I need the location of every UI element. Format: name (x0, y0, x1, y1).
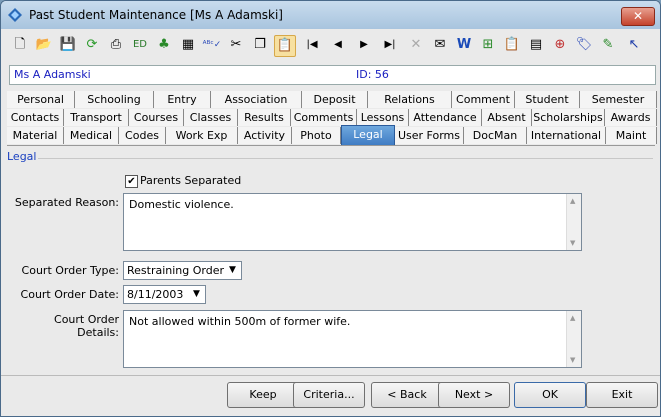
chevron-down-icon[interactable]: ▼ (189, 287, 204, 301)
new-icon[interactable]: 🗋 (10, 35, 30, 55)
title-bar: Past Student Maintenance [Ms A Adamski] … (1, 1, 660, 29)
court-order-date-value: 8/11/2003 (127, 288, 184, 301)
separated-reason-value: Domestic violence. (129, 198, 234, 211)
add-record-icon[interactable]: ⊕ (550, 35, 570, 55)
tab-transport[interactable]: Transport (64, 109, 129, 126)
court-order-type-select[interactable]: Restraining Order ▼ (123, 261, 242, 280)
student-id: ID: 56 (356, 68, 389, 81)
separated-reason-label: Separated Reason: (14, 196, 119, 209)
tab-awards[interactable]: Awards (605, 109, 657, 126)
court-order-details-value: Not allowed within 500m of former wife. (129, 315, 351, 328)
tab-comment[interactable]: Comment (452, 91, 515, 108)
first-record-icon[interactable]: |◀ (302, 35, 322, 55)
tab-association[interactable]: Association (211, 91, 302, 108)
tab-comments[interactable]: Comments (291, 109, 357, 126)
print-icon[interactable]: ⎙ (106, 35, 126, 55)
id-card-icon[interactable]: ▤ (526, 35, 546, 55)
clipboard-icon[interactable]: 📋 (502, 35, 522, 55)
legal-group-label: Legal (7, 150, 39, 163)
tab-row-3: Material Medical Codes Work Exp Activity… (7, 125, 657, 146)
email-icon[interactable]: ✉ (430, 35, 450, 55)
tab-user-forms[interactable]: User Forms (395, 127, 464, 144)
save-icon[interactable]: 💾 (58, 35, 78, 55)
tab-row-2: Contacts Transport Courses Classes Resul… (7, 109, 657, 127)
chevron-down-icon[interactable]: ▼ (225, 263, 240, 277)
tab-courses[interactable]: Courses (129, 109, 184, 126)
tab-deposit[interactable]: Deposit (302, 91, 368, 108)
tab-lessons[interactable]: Lessons (357, 109, 409, 126)
tab-photo[interactable]: Photo (292, 127, 341, 144)
delete-icon[interactable]: ✕ (406, 35, 426, 55)
tab-student[interactable]: Student (515, 91, 580, 108)
pointer-icon[interactable]: ↖ (624, 35, 644, 55)
tree-icon[interactable]: ♣ (154, 35, 174, 55)
exit-button[interactable]: Exit (586, 382, 658, 408)
tab-activity[interactable]: Activity (238, 127, 292, 144)
tab-international[interactable]: International (527, 127, 606, 144)
court-order-details-field[interactable]: Not allowed within 500m of former wife. … (123, 310, 582, 368)
tab-personal[interactable]: Personal (7, 91, 75, 108)
court-order-date-label: Court Order Date: (20, 288, 119, 301)
tab-relations[interactable]: Relations (368, 91, 452, 108)
court-order-details-scrollbar[interactable]: ▲ ▼ (566, 311, 581, 367)
tab-work-exp[interactable]: Work Exp (166, 127, 238, 144)
back-button[interactable]: < Back (371, 382, 443, 408)
tab-codes[interactable]: Codes (119, 127, 166, 144)
tab-attendance[interactable]: Attendance (409, 109, 482, 126)
tab-scholarships[interactable]: Scholarships (532, 109, 605, 126)
main-window: Past Student Maintenance [Ms A Adamski] … (0, 0, 661, 417)
tab-results[interactable]: Results (238, 109, 291, 126)
excel-icon[interactable]: ⊞ (478, 35, 498, 55)
tab-classes[interactable]: Classes (184, 109, 238, 126)
tab-semester[interactable]: Semester (580, 91, 657, 108)
parents-separated-label: Parents Separated (140, 174, 242, 187)
window-title: Past Student Maintenance [Ms A Adamski] (29, 8, 283, 22)
court-order-type-label: Court Order Type: (21, 264, 119, 277)
open-icon[interactable]: 📂 (34, 35, 54, 55)
edit-icon[interactable]: ED (130, 35, 150, 55)
court-order-type-value: Restraining Order (127, 264, 225, 277)
tab-docman[interactable]: DocMan (464, 127, 527, 144)
tag-icon[interactable]: 🏷 (574, 35, 594, 55)
separated-reason-field[interactable]: Domestic violence. ▲ ▼ (123, 193, 582, 251)
tab-material[interactable]: Material (7, 127, 64, 144)
notepad-icon[interactable]: ✎ (598, 35, 618, 55)
separated-reason-scrollbar[interactable]: ▲ ▼ (566, 194, 581, 250)
tab-absent[interactable]: Absent (482, 109, 532, 126)
student-name-bar: Ms A Adamski ID: 56 (9, 65, 656, 85)
group-divider (13, 158, 653, 159)
spellcheck-icon[interactable]: ᴬᴮᶜ✓ (202, 35, 222, 55)
toolbar: 🗋 📂 💾 ⟳ ⎙ ED ♣ ▦ ᴬᴮᶜ✓ ✂ ❐ 📋 |◀ ◀ ▶ ▶| ✕ … (6, 33, 656, 59)
refresh-icon[interactable]: ⟳ (82, 35, 102, 55)
tab-contacts[interactable]: Contacts (7, 109, 64, 126)
tab-row-1: Personal Schooling Entry Association Dep… (7, 91, 657, 109)
tab-maint[interactable]: Maint (606, 127, 657, 144)
next-button[interactable]: Next > (438, 382, 510, 408)
copy-icon[interactable]: ❐ (250, 35, 270, 55)
tab-medical[interactable]: Medical (64, 127, 119, 144)
calculator-icon[interactable]: ▦ (178, 35, 198, 55)
tab-schooling[interactable]: Schooling (75, 91, 154, 108)
tab-legal[interactable]: Legal (341, 125, 395, 146)
close-button[interactable]: ✕ (621, 7, 655, 26)
ok-button[interactable]: OK (514, 382, 586, 408)
court-order-details-label: Court Order Details: (54, 313, 119, 339)
court-order-date-picker[interactable]: 8/11/2003 ▼ (123, 285, 206, 304)
word-icon[interactable]: W (454, 35, 474, 55)
last-record-icon[interactable]: ▶| (380, 35, 400, 55)
parents-separated-checkbox[interactable]: ✔ (125, 175, 138, 188)
app-diamond-icon (8, 8, 22, 22)
paste-icon[interactable]: 📋 (274, 35, 296, 57)
student-name: Ms A Adamski (14, 68, 91, 81)
cut-icon[interactable]: ✂ (226, 35, 246, 55)
tab-entry[interactable]: Entry (154, 91, 211, 108)
prev-record-icon[interactable]: ◀ (328, 35, 348, 55)
next-record-icon[interactable]: ▶ (354, 35, 374, 55)
keep-button[interactable]: Keep (227, 382, 299, 408)
criteria-button[interactable]: Criteria... (293, 382, 365, 408)
